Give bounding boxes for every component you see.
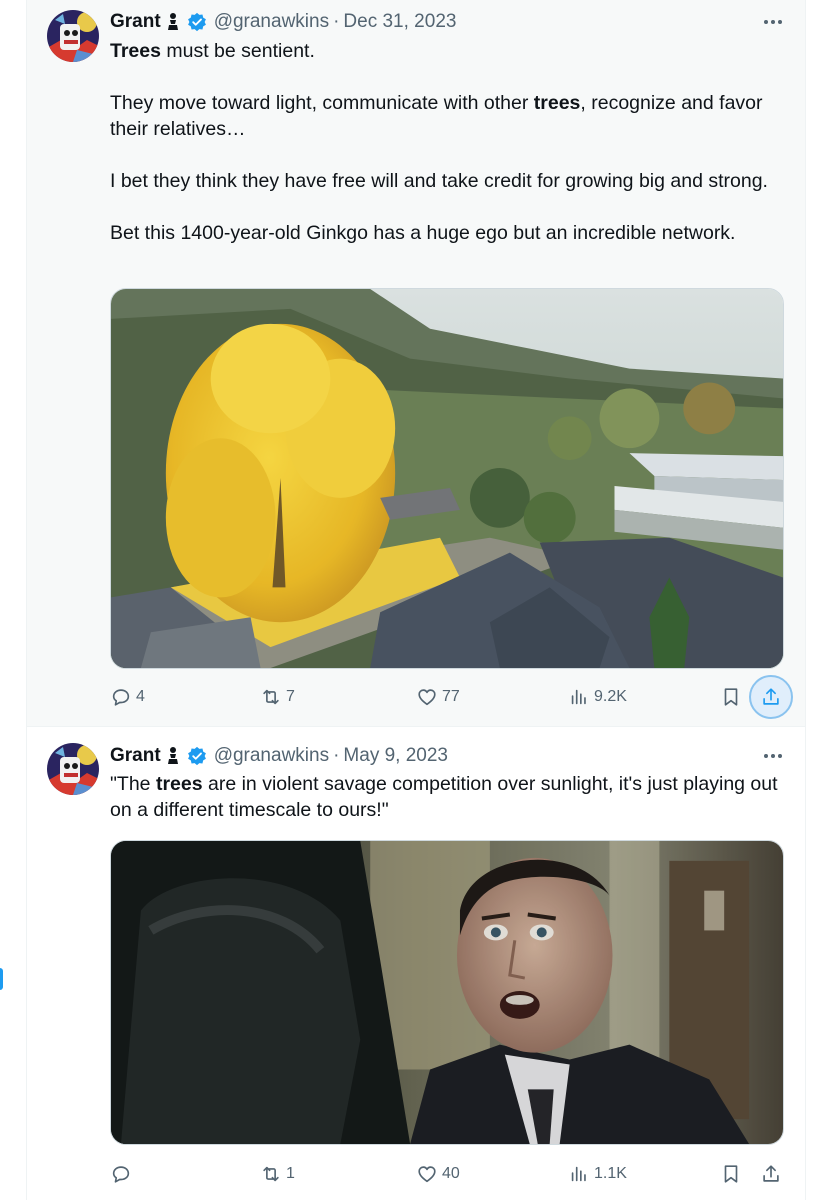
tweet-text: Trees must be sentient. They move toward… [110, 40, 768, 244]
share-icon [763, 1165, 779, 1182]
separator-dot: · [333, 745, 340, 766]
highlight-term: trees [533, 92, 581, 114]
bookmark-button[interactable] [720, 1154, 742, 1194]
like-button[interactable]: 40 [416, 1154, 460, 1194]
views-icon [571, 1166, 586, 1182]
view-count: 9.2K [594, 688, 627, 705]
repost-icon [263, 689, 279, 705]
bookmark-icon [724, 688, 738, 706]
tweet-header: Grant @granawkins · Dec 31, 2023 [110, 9, 785, 35]
repost-count: 7 [286, 688, 295, 705]
more-options-icon[interactable] [761, 9, 785, 35]
tweet[interactable]: Grant @granawkins · May 9, 2023 "The tre… [27, 727, 805, 1200]
views-icon [571, 689, 586, 705]
tweet[interactable]: Grant @granawkins · Dec 31, 2023 Trees m… [27, 0, 805, 727]
separator-dot: · [333, 11, 340, 32]
like-count: 40 [442, 1165, 460, 1182]
reply-count: 4 [136, 688, 145, 705]
author-name[interactable]: Grant [110, 11, 161, 33]
tweet-date[interactable]: Dec 31, 2023 [343, 11, 456, 33]
repost-count: 1 [286, 1165, 295, 1182]
verified-badge-icon [187, 746, 207, 766]
author-handle[interactable]: @granawkins [214, 11, 329, 33]
like-button[interactable]: 77 [416, 677, 460, 717]
timeline-border-right [805, 0, 806, 1200]
repost-button[interactable]: 7 [260, 677, 295, 717]
action-bar: 4 7 77 9.2K [110, 675, 800, 719]
share-button[interactable] [760, 1154, 782, 1194]
reply-icon [112, 1166, 130, 1183]
repost-icon [263, 1166, 279, 1182]
author-handle[interactable]: @granawkins [214, 745, 329, 767]
tweet-text: "The trees are in violent savage competi… [110, 773, 778, 821]
pawn-icon [165, 746, 181, 766]
bookmark-button[interactable] [720, 677, 742, 717]
highlight-term: trees [155, 773, 203, 795]
highlight-term: Trees [110, 40, 161, 62]
verified-badge-icon [187, 12, 207, 32]
reply-button[interactable] [110, 1154, 136, 1194]
action-bar: 1 40 1.1K [110, 1154, 800, 1194]
view-count: 1.1K [594, 1165, 627, 1182]
heart-icon [418, 1166, 436, 1183]
like-count: 77 [442, 688, 460, 705]
tweet-photo-reaction[interactable] [110, 840, 784, 1145]
repost-button[interactable]: 1 [260, 1154, 295, 1194]
share-button[interactable] [749, 675, 793, 719]
scroll-indicator [0, 968, 3, 990]
reply-button[interactable]: 4 [110, 677, 145, 717]
pawn-icon [165, 12, 181, 32]
author-name[interactable]: Grant [110, 745, 161, 767]
share-icon [763, 688, 779, 705]
more-options-icon[interactable] [761, 743, 785, 769]
heart-icon [418, 689, 436, 706]
tweet-header: Grant @granawkins · May 9, 2023 [110, 743, 785, 769]
tweet-date[interactable]: May 9, 2023 [343, 745, 448, 767]
avatar[interactable] [47, 743, 99, 795]
avatar[interactable] [47, 10, 99, 62]
reply-icon [112, 689, 130, 706]
tweet-photo-ginkgo[interactable] [110, 288, 784, 669]
bookmark-icon [724, 1165, 738, 1183]
views-button[interactable]: 9.2K [568, 677, 627, 717]
views-button[interactable]: 1.1K [568, 1154, 627, 1194]
